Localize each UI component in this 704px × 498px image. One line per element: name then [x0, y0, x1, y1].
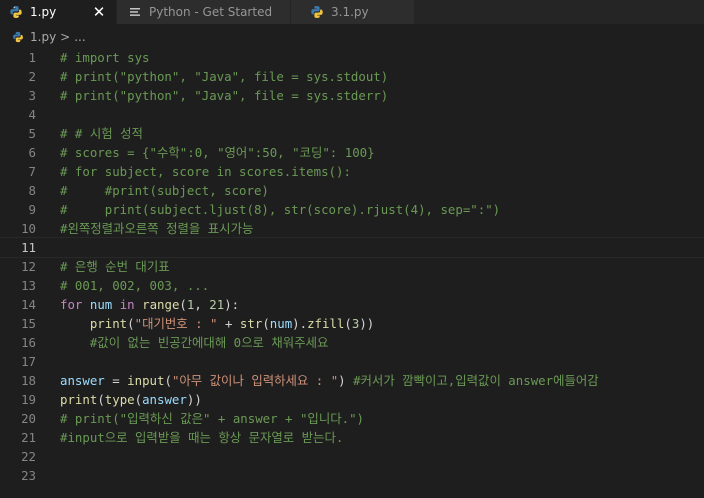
tab-label: 1.py — [30, 5, 57, 19]
code-line[interactable]: 6 # scores = {"수학":0, "영어":50, "코딩": 100} — [0, 143, 704, 162]
line-number: 23 — [21, 468, 36, 483]
breadcrumb-file[interactable]: 1.py — [30, 30, 56, 44]
code-text: answer = input("아무 값이나 입력하세요 : ") #커서가 깜… — [60, 373, 599, 388]
breadcrumb-rest[interactable]: ... — [74, 30, 85, 44]
code-line[interactable]: 11 — [0, 237, 704, 258]
code-text: for num in range(1, 21): — [60, 297, 240, 312]
line-number: 17 — [21, 354, 36, 369]
line-number: 15 — [21, 316, 36, 331]
line-number: 8 — [28, 183, 36, 198]
code-text: #값이 없는 빈공간에대해 0으로 채워주세요 — [89, 335, 329, 350]
code-line[interactable]: 22 — [0, 447, 704, 466]
code-line[interactable]: 5 # # 시험 성적 — [0, 124, 704, 143]
code-text: # #print(subject, score) — [60, 183, 269, 198]
code-text: # scores = {"수학":0, "영어":50, "코딩": 100} — [60, 145, 375, 160]
line-number: 10 — [21, 221, 36, 236]
code-line[interactable]: 15 print("대기번호 : " + str(num).zfill(3)) — [0, 314, 704, 333]
python-icon — [309, 4, 325, 20]
line-number: 13 — [21, 278, 36, 293]
code-line[interactable]: 8 # #print(subject, score) — [0, 181, 704, 200]
code-text: # 001, 002, 003, ... — [60, 278, 210, 293]
line-number: 5 — [28, 126, 36, 141]
code-line[interactable]: 17 — [0, 352, 704, 371]
code-line[interactable]: 14 for num in range(1, 21): — [0, 295, 704, 314]
python-icon — [10, 29, 26, 45]
code-text: #왼쪽정렬과오른쪽 정렬을 표시가능 — [60, 221, 254, 236]
line-number: 4 — [28, 107, 36, 122]
line-number: 19 — [21, 392, 36, 407]
line-number: 3 — [28, 88, 36, 103]
code-line[interactable]: 21 #input으로 입력받을 때는 항상 문자열로 받는다. — [0, 428, 704, 447]
line-number: 21 — [21, 430, 36, 445]
code-text: # 은행 순번 대기표 — [60, 259, 170, 274]
code-text: # print("python", "Java", file = sys.std… — [60, 69, 389, 84]
close-icon[interactable]: ✕ — [90, 3, 108, 21]
code-editor[interactable]: 1 # import sys 2 # print("python", "Java", … — [0, 48, 704, 498]
code-text: print("대기번호 : " + str(num).zfill(3)) — [89, 316, 375, 331]
tab-label: 3.1.py — [331, 5, 369, 19]
tab-python-get-started[interactable]: Python - Get Started — [117, 0, 291, 24]
code-text: # for subject, score in scores.items(): — [60, 164, 351, 179]
code-line[interactable]: 12 # 은행 순번 대기표 — [0, 257, 704, 276]
code-text: # print(subject.ljust(8), str(score).rju… — [60, 202, 501, 217]
info-icon — [127, 4, 143, 20]
code-line[interactable]: 9 # print(subject.ljust(8), str(score).rj… — [0, 200, 704, 219]
code-line[interactable]: 18 answer = input("아무 값이나 입력하세요 : ") #커서가… — [0, 371, 704, 390]
breadcrumb: 1.py > ... — [0, 26, 704, 48]
tab-3-1-py[interactable]: 3.1.py — [291, 0, 415, 24]
line-number: 6 — [28, 145, 36, 160]
code-text: # import sys — [60, 50, 150, 65]
tab-label: Python - Get Started — [149, 5, 273, 19]
tab-1-py[interactable]: 1.py ✕ — [0, 0, 117, 24]
line-number: 20 — [21, 411, 36, 426]
code-line[interactable]: 2 # print("python", "Java", file = sys.st… — [0, 67, 704, 86]
code-line[interactable]: 16 #값이 없는 빈공간에대해 0으로 채워주세요 — [0, 333, 704, 352]
code-text: #input으로 입력받을 때는 항상 문자열로 받는다. — [60, 430, 344, 445]
line-number: 22 — [21, 449, 36, 464]
line-number: 9 — [28, 202, 36, 217]
code-line[interactable]: 19 print(type(answer)) — [0, 390, 704, 409]
code-line[interactable]: 1 # import sys — [0, 48, 704, 67]
code-line[interactable]: 20 # print("입력하신 값은" + answer + "입니다.") — [0, 409, 704, 428]
code-text: # print("입력하신 값은" + answer + "입니다.") — [60, 411, 365, 426]
line-number: 14 — [21, 297, 36, 312]
python-icon — [8, 4, 24, 20]
code-line[interactable]: 7 # for subject, score in scores.items(): — [0, 162, 704, 181]
code-line[interactable]: 13 # 001, 002, 003, ... — [0, 276, 704, 295]
chevron-right-icon: > — [60, 30, 71, 44]
code-text: print(type(answer)) — [60, 392, 202, 407]
code-text: # # 시험 성적 — [60, 126, 143, 141]
line-number: 7 — [28, 164, 36, 179]
code-line[interactable]: 4 — [0, 105, 704, 124]
code-text: # print("python", "Java", file = sys.std… — [60, 88, 389, 103]
line-number: 12 — [21, 259, 36, 274]
line-number: 11 — [21, 240, 36, 255]
line-number: 2 — [28, 69, 36, 84]
code-line[interactable]: 10 #왼쪽정렬과오른쪽 정렬을 표시가능 — [0, 219, 704, 238]
code-line[interactable]: 3 # print("python", "Java", file = sys.st… — [0, 86, 704, 105]
line-number: 16 — [21, 335, 36, 350]
editor-tab-bar: 1.py ✕ Python - Get Started 3.1.py — [0, 0, 704, 24]
line-number: 18 — [21, 373, 36, 388]
line-number: 1 — [28, 50, 36, 65]
code-line[interactable]: 23 — [0, 466, 704, 485]
